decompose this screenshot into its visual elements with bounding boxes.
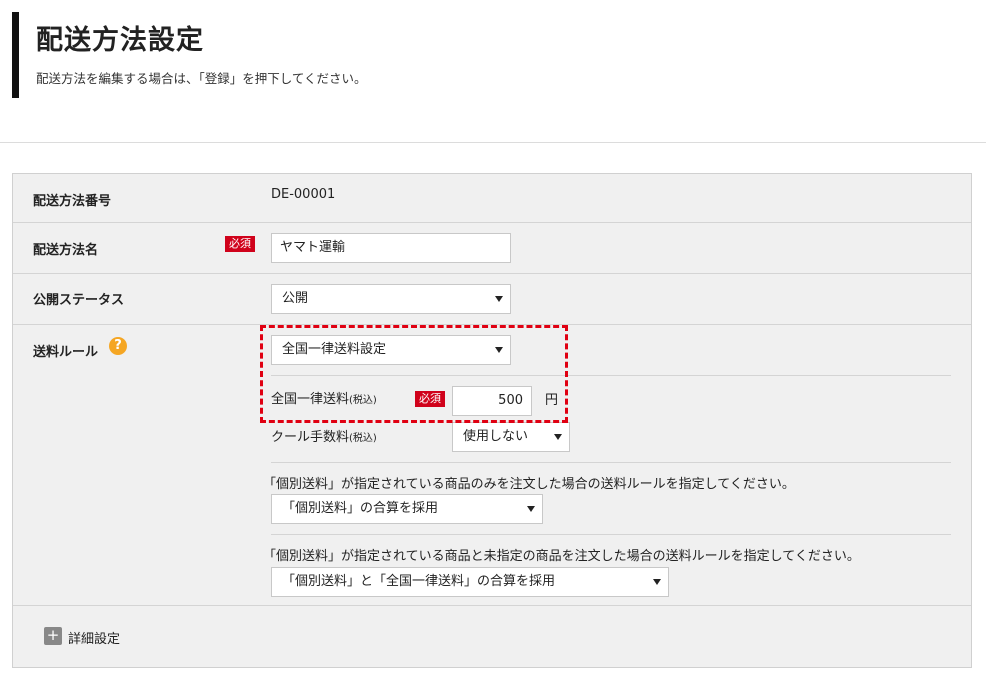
cool-fee-select-value: 使用しない xyxy=(463,429,529,444)
page-title: 配送方法設定 xyxy=(36,25,204,56)
detail-settings-link[interactable]: 詳細設定 xyxy=(68,628,120,647)
cool-fee-tax-note: (税込) xyxy=(349,433,377,444)
status-select-value: 公開 xyxy=(282,291,309,306)
cool-fee-select[interactable]: 使用しない xyxy=(452,422,570,452)
individual-mixed-select[interactable]: 「個別送料」と「全国一律送料」の合算を採用 xyxy=(271,567,669,597)
expand-plus-icon[interactable]: + xyxy=(44,627,62,645)
delivery-name-label: 配送方法名 xyxy=(33,243,99,258)
chevron-down-icon xyxy=(554,434,562,440)
individual-mixed-note: 「個別送料」が指定されている商品と未指定の商品を注文した場合の送料ルールを指定し… xyxy=(263,549,860,564)
title-accent-bar xyxy=(12,12,19,98)
delivery-name-input[interactable]: ヤマト運輸 xyxy=(271,233,511,263)
cool-fee-label: クール手数料(税込) xyxy=(271,426,377,445)
status-label: 公開ステータス xyxy=(33,293,125,308)
page-header: 配送方法設定 配送方法を編集する場合は、「登録」を押下してください。 xyxy=(0,0,986,143)
status-row: 公開ステータス 公開 xyxy=(13,274,971,325)
cool-fee-label-text: クール手数料 xyxy=(271,430,350,445)
fee-rule-label: 送料ルール xyxy=(33,345,99,360)
delivery-name-row: 配送方法名 必須 ヤマト運輸 xyxy=(13,223,971,274)
delivery-number-label: 配送方法番号 xyxy=(33,194,112,209)
individual-only-note: 「個別送料」が指定されている商品のみを注文した場合の送料ルールを指定してください… xyxy=(263,477,795,492)
divider xyxy=(271,462,951,463)
chevron-down-icon xyxy=(527,506,535,512)
divider xyxy=(271,534,951,535)
individual-mixed-select-value: 「個別送料」と「全国一律送料」の合算を採用 xyxy=(282,574,556,589)
help-icon[interactable]: ? xyxy=(109,337,127,355)
individual-only-select-value: 「個別送料」の合算を採用 xyxy=(282,501,439,516)
page-description: 配送方法を編集する場合は、「登録」を押下してください。 xyxy=(36,71,367,86)
delivery-number-row: 配送方法番号 DE-00001 xyxy=(13,174,971,223)
status-select[interactable]: 公開 xyxy=(271,284,511,314)
chevron-down-icon xyxy=(653,579,661,585)
delivery-number-value: DE-00001 xyxy=(271,187,336,202)
required-badge: 必須 xyxy=(225,236,255,252)
chevron-down-icon xyxy=(495,296,503,302)
individual-only-select[interactable]: 「個別送料」の合算を採用 xyxy=(271,494,543,524)
highlight-box xyxy=(260,325,568,423)
